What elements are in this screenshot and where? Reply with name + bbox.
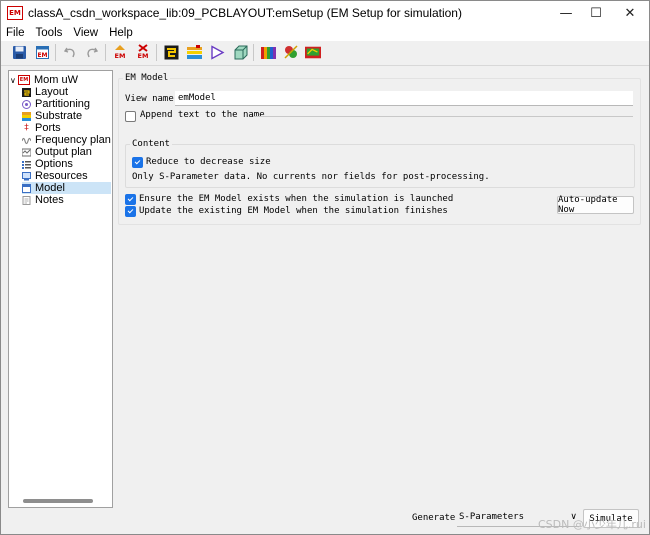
em-run-icon[interactable]: EM [112,44,128,60]
tree-item-label: Frequency plan [35,134,111,146]
view-name-value: emModel [178,93,216,103]
tree-root[interactable]: ∨ EM Mom uW [10,74,78,86]
generate-label: Generate: [412,513,461,523]
tree-item-label: Output plan [35,146,92,158]
ports-icon: ‡ [24,123,29,133]
ensure-model-checkbox[interactable] [125,194,136,205]
tree-item-layout[interactable]: Layout [22,86,68,98]
content-group-title: Content [130,139,172,149]
partitioning-icon [22,99,31,109]
menu-view[interactable]: View [68,27,103,39]
tree-item-label: Layout [35,86,69,98]
save-icon[interactable] [11,44,27,60]
tree-item-options[interactable]: Options [22,158,73,170]
tree-item-label: Model [35,182,65,194]
stackup-icon[interactable] [186,44,202,60]
tree-item-output-plan[interactable]: Output plan [22,146,92,158]
tree-item-label: Partitioning [35,98,91,110]
tree-item-label: Resources [35,170,88,182]
update-model-checkbox[interactable] [125,206,136,217]
menu-help[interactable]: Help [104,27,138,39]
window-title: classA_csdn_workspace_lib:09_PCBLAYOUT:e… [28,6,462,20]
tree-item-partitioning[interactable]: Partitioning [22,98,90,110]
menu-tools[interactable]: Tools [31,27,68,39]
pcb-view-icon[interactable] [305,44,321,60]
menu-file[interactable]: File [2,27,30,39]
toolbar: EM EM EM [1,41,649,66]
tree-item-label: Notes [35,194,64,206]
tree-horizontal-scrollbar[interactable] [23,499,93,503]
frequency-plan-icon [22,136,31,145]
view-name-input[interactable]: emModel [175,91,633,106]
component-icon[interactable] [283,44,299,60]
minimize-button[interactable]: — [549,1,583,25]
em-setup-window: EM classA_csdn_workspace_lib:09_PCBLAYOU… [0,0,650,535]
append-text-checkbox[interactable] [125,111,136,122]
toolbar-separator [156,44,157,61]
append-divider [253,116,633,117]
em-setup-icon[interactable]: EM [34,44,50,60]
tree-item-frequency-plan[interactable]: Frequency plan [22,134,111,146]
material-library-icon[interactable] [260,44,276,60]
layout-icon [22,87,31,97]
layout-icon[interactable] [163,44,179,60]
model-icon [22,183,31,193]
tree-item-model[interactable]: Model [22,182,111,194]
tree-item-ports[interactable]: ‡ Ports [22,122,61,134]
menu-bar: File Tools View Help [1,25,649,41]
notes-icon [22,195,31,205]
close-button[interactable]: ✕ [613,1,647,25]
ensure-model-label: Ensure the EM Model exists when the simu… [139,194,454,204]
expand-chevron-icon[interactable]: ∨ [10,76,18,85]
tree-item-label: Ports [35,122,61,134]
view-name-label: View name: [125,94,180,104]
setup-tree: ∨ EM Mom uW Layout Partitioning Substrat… [8,70,113,508]
append-text-label: Append text to the name [140,110,265,120]
tree-item-label: Options [35,158,73,170]
update-model-label: Update the existing EM Model when the si… [139,206,448,216]
em-stop-icon[interactable]: EM [135,44,151,60]
3d-view-icon[interactable] [232,44,248,60]
app-em-icon: EM [7,6,23,20]
toolbar-separator [105,44,106,61]
tree-item-notes[interactable]: Notes [22,194,64,206]
tree-root-label: Mom uW [34,74,78,86]
title-bar: EM classA_csdn_workspace_lib:09_PCBLAYOU… [1,1,649,25]
em-setup-label: EM [37,52,47,59]
simulate-play-icon[interactable] [209,44,225,60]
em-run-label: EM [115,52,126,60]
em-stop-label: EM [138,52,149,60]
maximize-button[interactable]: ☐ [579,1,613,25]
csdn-watermark: CSDN @小少年儿.rui [538,518,646,531]
reduce-size-checkbox[interactable] [132,157,143,168]
undo-icon[interactable] [62,44,78,60]
options-icon [22,160,31,169]
toolbar-separator [253,44,254,61]
em-setup-icon: EM [18,75,30,85]
substrate-icon [22,111,31,121]
em-model-group-title: EM Model [123,73,171,83]
tree-item-label: Substrate [35,110,83,122]
resources-icon [22,171,31,181]
reduce-size-label: Reduce to decrease size [146,157,271,167]
output-plan-icon [22,148,31,157]
tree-item-substrate[interactable]: Substrate [22,110,82,122]
toolbar-separator [55,44,56,61]
tree-item-resources[interactable]: Resources [22,170,88,182]
content-note: Only S-Parameter data. No currents nor f… [132,172,490,182]
generate-select-value: S-Parameters [459,512,525,522]
auto-update-now-button[interactable]: Auto-update Now [557,195,634,215]
redo-icon[interactable] [84,44,100,60]
